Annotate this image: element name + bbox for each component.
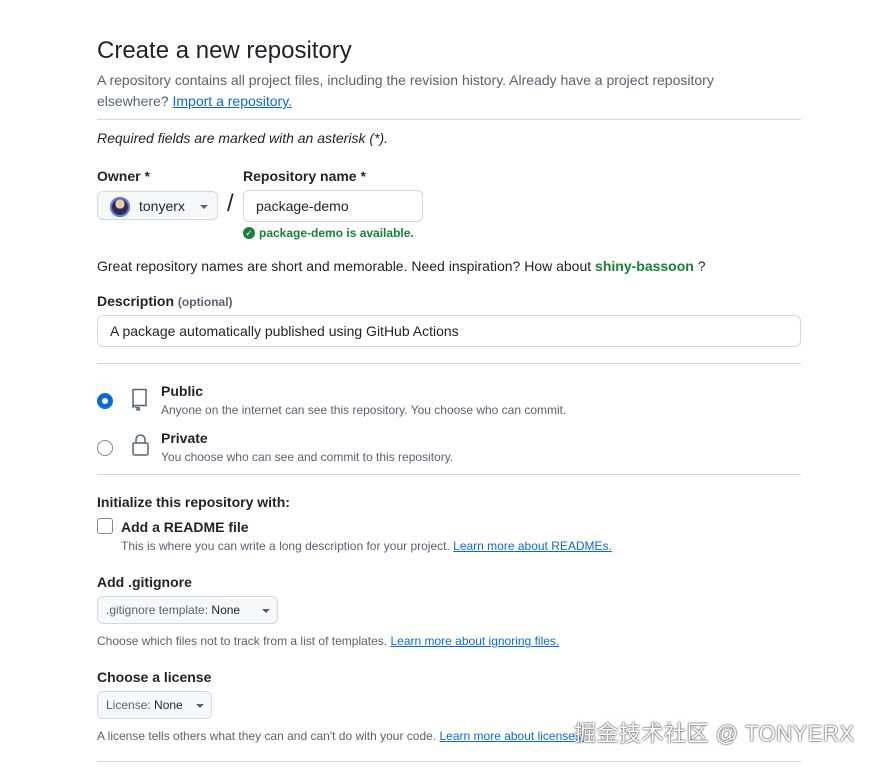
owner-value: tonyerx (139, 198, 185, 214)
chevron-down-icon (196, 704, 204, 708)
avatar (110, 197, 130, 217)
visibility-private-radio[interactable] (97, 440, 113, 456)
import-repository-link[interactable]: Import a repository. (173, 93, 293, 109)
check-circle-icon: ✓ (243, 227, 255, 239)
optional-hint: (optional) (177, 295, 233, 309)
divider (97, 363, 801, 364)
license-select-text: License: None (106, 698, 183, 712)
inspiration-text: Great repository names are short and mem… (97, 258, 596, 274)
visibility-private-desc: You choose who can see and commit to thi… (161, 450, 454, 464)
gitignore-help-text: Choose which files not to track from a l… (97, 634, 391, 648)
availability-text: package-demo is available. (259, 226, 414, 240)
page-subtitle: A repository contains all project files,… (97, 70, 787, 112)
description-label: Description (optional) (97, 293, 233, 309)
readme-help: This is where you can write a long descr… (121, 539, 612, 553)
gitignore-select-text: .gitignore template: None (106, 603, 240, 617)
divider (97, 474, 801, 475)
gitignore-heading: Add .gitignore (97, 574, 192, 590)
repo-icon (132, 388, 147, 411)
visibility-public-radio[interactable] (97, 393, 113, 409)
learn-readmes-link[interactable]: Learn more about READMEs. (453, 539, 612, 553)
inspiration-suffix: ? (693, 258, 706, 274)
chevron-down-icon (200, 205, 208, 209)
visibility-public-title: Public (161, 383, 204, 399)
initialize-heading: Initialize this repository with: (97, 494, 290, 510)
watermark: 掘金技术社区 @ TONYERX (574, 721, 855, 746)
gitignore-help: Choose which files not to track from a l… (97, 634, 559, 648)
readme-checkbox[interactable] (97, 518, 113, 534)
learn-licenses-link[interactable]: Learn more about licenses. (440, 729, 585, 743)
gitignore-select-value: None (211, 603, 241, 617)
license-select[interactable]: License: None (97, 691, 212, 719)
readme-help-text: This is where you can write a long descr… (121, 539, 454, 553)
license-help: A license tells others what they can and… (97, 729, 584, 743)
gitignore-select-prefix: .gitignore template: (106, 603, 212, 617)
visibility-public-desc: Anyone on the internet can see this repo… (161, 403, 567, 417)
lock-icon (132, 434, 149, 456)
chevron-down-icon (262, 609, 270, 613)
license-select-value: None (154, 698, 183, 712)
name-suggestion[interactable]: shiny-bassoon (595, 258, 694, 274)
description-input[interactable] (97, 315, 801, 347)
owner-repo-separator: / (227, 190, 234, 217)
visibility-private-title: Private (161, 430, 208, 446)
divider (97, 119, 801, 120)
license-select-prefix: License: (106, 698, 155, 712)
repo-name-label: Repository name * (243, 168, 366, 184)
gitignore-select[interactable]: .gitignore template: None (97, 596, 278, 624)
description-label-text: Description (97, 293, 175, 309)
repo-name-input[interactable] (243, 190, 423, 222)
page-title: Create a new repository (97, 37, 352, 64)
required-note: Required fields are marked with an aster… (97, 130, 389, 146)
learn-ignoring-files-link[interactable]: Learn more about ignoring files. (390, 634, 559, 648)
owner-select[interactable]: tonyerx (97, 191, 218, 220)
license-help-text: A license tells others what they can and… (97, 729, 440, 743)
name-inspiration: Great repository names are short and mem… (97, 258, 706, 274)
availability-status: ✓ package-demo is available. (243, 226, 414, 240)
readme-label[interactable]: Add a README file (121, 519, 249, 535)
owner-label: Owner * (97, 168, 150, 184)
divider (97, 761, 801, 762)
license-heading: Choose a license (97, 669, 212, 685)
